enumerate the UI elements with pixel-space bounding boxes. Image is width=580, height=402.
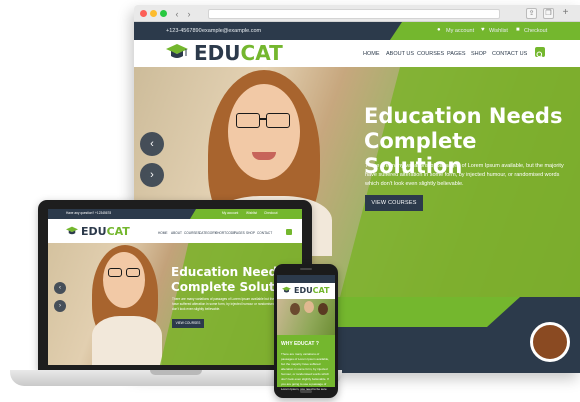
laptop-my-account[interactable]: My account [222, 211, 238, 216]
laptop-slider-prev[interactable]: ‹ [54, 282, 66, 294]
phone-person-2 [304, 301, 314, 313]
laptop-nav-courses[interactable]: COURSES [184, 231, 200, 236]
laptop-person-shirt [92, 316, 162, 365]
browser-chrome: ‹ › ⇪ ❐ + [134, 5, 580, 22]
phone-graduation-cap-icon [282, 286, 291, 293]
nav-shop[interactable]: SHOP [471, 50, 487, 58]
laptop-nav-about[interactable]: ABOUT [171, 231, 182, 236]
heart-icon: ♥ [481, 27, 485, 33]
phone-speaker [300, 268, 312, 270]
view-courses-button[interactable]: VIEW COURSES [365, 195, 423, 211]
topbar-wishlist[interactable]: Wishlist [489, 27, 508, 35]
graduation-cap-icon [166, 44, 188, 58]
new-tab-icon[interactable]: + [560, 8, 571, 19]
topbar-my-account[interactable]: My account [446, 27, 474, 35]
slider-prev-button[interactable]: ‹ [140, 132, 164, 156]
logo-edu-text: EDU [194, 41, 241, 65]
phone-logo-edu: EDU [294, 286, 313, 295]
hero-glasses-bridge [259, 118, 267, 120]
phone-person-1 [290, 303, 300, 315]
nav-pages[interactable]: PAGES [447, 50, 466, 58]
hero-description: There are many variations of passages of… [365, 163, 564, 187]
back-arrow-icon[interactable]: ‹ [172, 9, 182, 19]
laptop-topbar-phone: Have any question? +12345678 [66, 211, 112, 215]
nav-about-us[interactable]: ABOUT US [386, 50, 414, 58]
hero-person-face [228, 84, 300, 180]
topbar-checkout[interactable]: Checkout [524, 27, 547, 35]
laptop-nav-shop[interactable]: SHOP [246, 231, 255, 236]
laptop-nav-home[interactable]: HOME [158, 231, 168, 236]
phone-why-title: WHY EDUCAT ? [281, 341, 319, 347]
search-icon [536, 51, 544, 59]
search-button[interactable] [535, 47, 545, 59]
nav-courses[interactable]: COURSES [417, 50, 444, 58]
logo-cat-text: CAT [240, 41, 283, 65]
laptop-person-face [103, 252, 145, 308]
tabs-icon[interactable]: ❐ [543, 8, 554, 19]
nav-home[interactable]: HOME [363, 50, 380, 58]
phone-why-text: There are many variations of passages of… [281, 352, 330, 391]
laptop-logo-edu: EDU [81, 225, 107, 238]
hero-glasses-right [266, 113, 290, 128]
laptop-logo[interactable]: EDUCAT [81, 225, 130, 238]
laptop-nav-shortcode[interactable]: SHORTCODE [215, 231, 235, 236]
laptop-graduation-cap-icon [66, 226, 78, 235]
laptop-wishlist[interactable]: Wishlist [246, 211, 257, 216]
topbar-phone: +123-4567890 [166, 28, 202, 34]
phone-home-indicator[interactable] [300, 390, 312, 393]
phone-person-3 [318, 303, 328, 315]
topbar-email[interactable]: example@example.com [202, 27, 261, 35]
maximize-window-dot[interactable] [160, 10, 167, 17]
user-icon: ● [437, 27, 441, 33]
minimize-window-dot[interactable] [150, 10, 157, 17]
laptop-logo-cat: CAT [106, 225, 130, 238]
forward-arrow-icon[interactable]: › [184, 9, 194, 19]
laptop-glasses-left [108, 268, 122, 277]
laptop-slider-next[interactable]: › [54, 300, 66, 312]
phone-logo-cat: CAT [312, 286, 330, 295]
laptop-nav-category[interactable]: CATEGORY [199, 231, 217, 236]
laptop-checkout[interactable]: Checkout [264, 211, 277, 216]
address-bar[interactable] [208, 9, 500, 19]
laptop-glasses-right [126, 268, 140, 277]
lock-icon: ■ [516, 27, 520, 33]
site-logo[interactable]: EDUCAT [194, 41, 283, 65]
laptop-notch [150, 370, 202, 375]
close-window-dot[interactable] [140, 10, 147, 17]
phone-topbar [277, 275, 335, 283]
feature-avatar [530, 322, 570, 362]
slider-next-button[interactable]: › [140, 163, 164, 187]
laptop-view-courses-button[interactable]: VIEW COURSES [172, 319, 204, 328]
laptop-nav-contact[interactable]: CONTACT [257, 231, 272, 236]
nav-contact-us[interactable]: CONTACT US [492, 50, 527, 58]
laptop-search-icon[interactable] [286, 229, 292, 235]
share-icon[interactable]: ⇪ [526, 8, 537, 19]
hero-glasses-left [236, 113, 260, 128]
laptop-nav-pages[interactable]: PAGES [234, 231, 245, 236]
phone-logo[interactable]: EDUCAT [294, 285, 330, 296]
